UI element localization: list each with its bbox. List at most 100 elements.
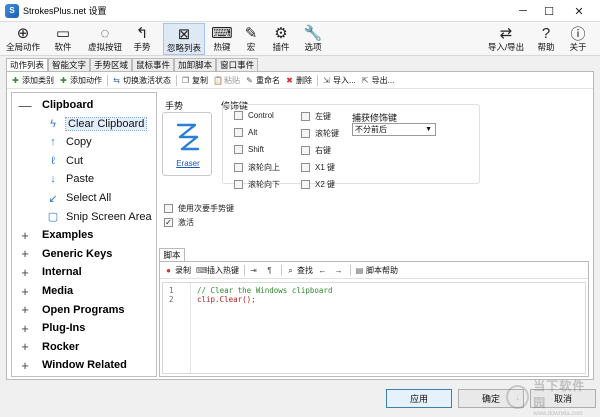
action-tree[interactable]: — Clipboard ϟ Clear Clipboard ↑ Copy ℓ Cut ↓ Past… [11,92,157,377]
modifier-checkbox-col1-0[interactable]: Control [234,111,274,120]
action-button-6[interactable]: ✖ 删除 [285,75,312,86]
tree-category-4[interactable]: + Media [12,282,73,300]
modifier-checkbox-col1-1[interactable]: Alt [234,128,257,137]
apply-button[interactable]: 应用 [386,389,452,408]
expand-icon[interactable]: + [18,321,32,336]
script-tool-label: 录制 [175,265,191,275]
expand-icon[interactable]: + [18,358,32,373]
expand-icon[interactable]: + [18,246,32,261]
toolbar-item-4[interactable]: ⊠ 忽略列表 [163,23,205,55]
tab-script[interactable]: 脚本 [159,248,185,261]
checkbox-label: 滚轮向上 [248,163,280,172]
collapse-icon[interactable]: — [18,98,32,113]
script-editor[interactable]: 12 // Clear the Windows clipboard clip.Cl… [162,282,586,374]
minimize-button[interactable]: ─ [510,2,536,20]
script-tool-3[interactable]: ¶ [265,266,276,275]
tree-action-5[interactable]: ▢ Snip Screen Area [45,208,152,226]
separator [281,264,282,276]
toggle-active-icon: ⇆ [113,75,120,85]
modifier-checkbox-col2-0[interactable]: 左键 [301,111,331,122]
tab-1[interactable]: 智能文字 [48,58,91,72]
tree-category-3[interactable]: + Internal [12,263,82,281]
script-tool-4[interactable]: ⌕ 查找 [286,265,313,276]
tree-action-4[interactable]: ↙ Select All [45,189,111,207]
tab-2[interactable]: 手势区域 [90,58,133,72]
checkbox-box[interactable] [234,145,243,154]
action-button-8[interactable]: ⇱ 导出... [361,75,395,86]
action-button-2[interactable]: ⇆ 切换激活状态 [112,75,171,86]
expand-icon[interactable]: + [18,339,32,354]
tree-category-5[interactable]: + Open Programs [12,301,124,319]
keyboard-key-icon: ⌨ [211,25,233,42]
toolbar-right-item-0[interactable]: ⇄ 导入/导出 [485,23,527,55]
expand-icon[interactable]: + [18,265,32,280]
action-button-3[interactable]: ❐ 复制 [181,75,208,86]
expand-icon[interactable]: + [18,284,32,299]
action-button-label: 删除 [296,75,312,85]
modifier-checkbox-col2-2[interactable]: 右键 [301,145,331,156]
script-tool-6[interactable]: → [334,266,345,275]
tree-category-0[interactable]: — Clipboard [12,96,94,114]
tree-category-8[interactable]: + Window Related [12,356,127,374]
close-button[interactable]: ✕ [562,2,596,20]
maximize-button[interactable]: ☐ [536,2,562,20]
toolbar-right-item-1[interactable]: ? 帮助 [533,23,559,55]
action-button-7[interactable]: ⇲ 导入... [322,75,356,86]
tree-action-1[interactable]: ↑ Copy [45,133,91,151]
toolbar-item-5[interactable]: ⌨ 热键 [209,23,235,55]
script-tool-1[interactable]: ⌨ 插入热键 [196,265,239,276]
checkbox-box[interactable] [301,180,310,189]
script-tool-2[interactable]: ⇥ [249,266,260,275]
script-tool-5[interactable]: ← [318,266,329,275]
checkbox-box[interactable] [164,204,173,213]
option-checkbox-1[interactable]: ✓ 激活 [164,217,194,228]
toolbar-item-6[interactable]: ✎ 宏 [240,23,262,55]
checkbox-box[interactable] [301,163,310,172]
action-button-4[interactable]: 📋 粘贴 [213,75,240,86]
toolbar-item-3[interactable]: ↰ 手势 [128,23,156,55]
action-button-1[interactable]: ✚ 添加动作 [59,75,102,86]
expand-icon[interactable]: + [18,302,32,317]
tree-category-6[interactable]: + Plug-Ins [12,319,85,337]
expand-icon[interactable]: + [18,228,32,243]
tab-3[interactable]: 鼠标事件 [132,58,175,72]
gesture-name-link[interactable]: Eraser [163,159,213,168]
gesture-preview[interactable]: Eraser [162,112,212,176]
modifier-checkbox-col2-4[interactable]: X2 键 [301,179,335,190]
tree-action-0[interactable]: ϟ Clear Clipboard [45,115,148,133]
paste-icon: 📋 [213,75,223,85]
toolbar-item-1[interactable]: ▭ 软件 [48,23,78,55]
tree-category-7[interactable]: + Rocker [12,338,79,356]
tab-5[interactable]: 窗口事件 [216,58,259,72]
script-tool-7[interactable]: ▤ 脚本帮助 [355,265,398,276]
toolbar-item-7[interactable]: ⚙ 插件 [268,23,294,55]
checkbox-box[interactable] [234,128,243,137]
action-button-5[interactable]: ✎ 重命名 [245,75,280,86]
tree-category-2[interactable]: + Generic Keys [12,245,112,263]
tree-category-label: Rocker [42,340,80,353]
checkbox-box[interactable]: ✓ [164,218,173,227]
script-tool-0[interactable]: ● 录制 [164,265,191,276]
checkbox-box[interactable] [301,146,310,155]
modifier-checkbox-col2-1[interactable]: 滚轮键 [301,128,339,139]
checkbox-box[interactable] [301,129,310,138]
modifier-checkbox-col1-3[interactable]: 滚轮向上 [234,162,280,173]
tree-action-3[interactable]: ↓ Paste [45,170,94,188]
checkbox-box[interactable] [234,180,243,189]
tree-category-1[interactable]: + Examples [12,226,93,244]
toolbar-item-0[interactable]: ⊕ 全局动作 [4,23,42,55]
modifier-checkbox-col1-2[interactable]: Shift [234,145,264,154]
toolbar-right-item-2[interactable]: ⓘ 关于 [565,23,591,55]
tab-4[interactable]: 加卸脚本 [174,58,217,72]
checkbox-box[interactable] [234,111,243,120]
checkbox-box[interactable] [301,112,310,121]
toolbar-item-8[interactable]: 🔧 选项 [300,23,326,55]
action-button-0[interactable]: ✚ 添加类别 [11,75,54,86]
checkbox-box[interactable] [234,163,243,172]
option-checkbox-0[interactable]: 使用次要手势键 [164,203,234,214]
tree-action-2[interactable]: ℓ Cut [45,152,83,170]
modifier-checkbox-col2-3[interactable]: X1 键 [301,162,335,173]
toolbar-item-2[interactable]: ◌ 虚拟按钮 [84,23,126,55]
capture-modifiers-select[interactable]: 不分前后 ▼ [352,123,436,136]
modifier-checkbox-col1-4[interactable]: 滚轮向下 [234,179,280,190]
